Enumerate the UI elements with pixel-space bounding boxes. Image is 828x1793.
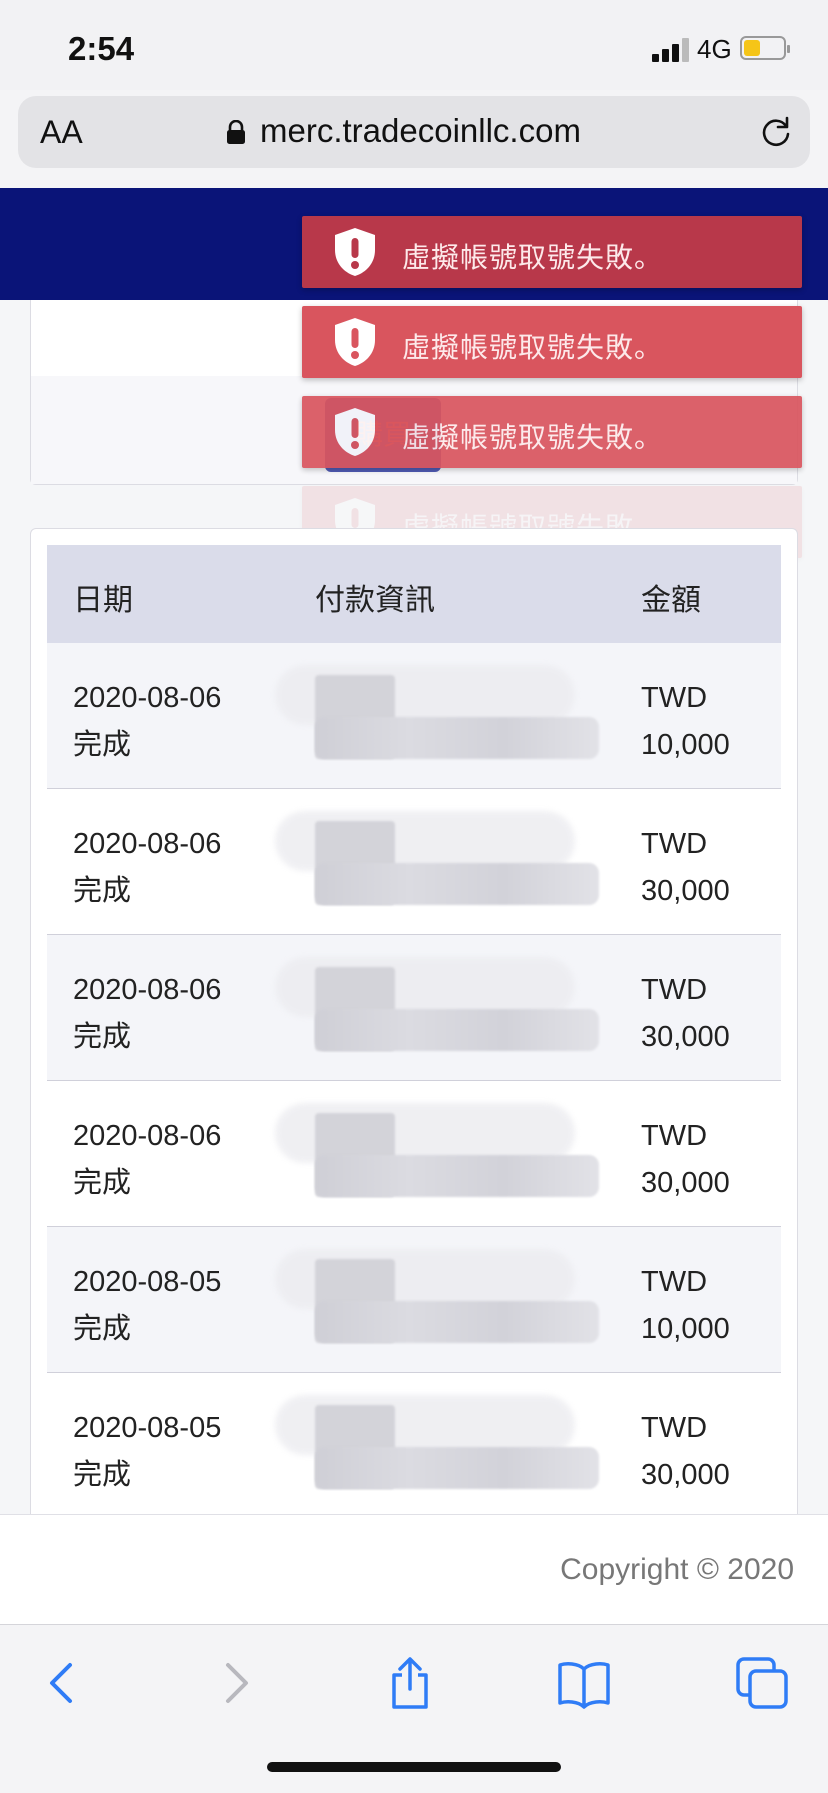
row-date-status: 2020-08-06 完成 <box>73 828 222 907</box>
web-page: 購買 虛擬帳號取號失敗。 虛擬帳號取號失敗。 虛擬帳號取號失敗。 虛擬 <box>0 188 828 1514</box>
shield-alert-icon <box>335 408 375 456</box>
page-footer: Copyright © 2020 <box>0 1514 828 1625</box>
row-amount: TWD 10,000 <box>641 1266 730 1345</box>
status-bar: 2:54 4G <box>0 0 828 90</box>
row-amount: TWD 10,000 <box>641 682 730 761</box>
row-amount: TWD 30,000 <box>641 1412 730 1491</box>
row-date-status: 2020-08-06 完成 <box>73 682 222 761</box>
table-header: 日期 付款資訊 金額 <box>47 545 781 643</box>
home-indicator[interactable] <box>267 1762 561 1772</box>
copyright-text: Copyright © 2020 <box>560 1553 794 1586</box>
redacted-payment-info <box>275 811 599 905</box>
column-header-amount: 金額 <box>641 584 701 617</box>
forward-icon[interactable] <box>208 1655 264 1711</box>
bookmarks-icon[interactable] <box>556 1655 612 1711</box>
url-text: merc.tradecoinllc.com <box>260 112 581 149</box>
redacted-payment-info <box>275 1249 599 1343</box>
table-row: 2020-08-06 完成 TWD 30,000 <box>47 1081 781 1227</box>
status-time: 2:54 <box>68 30 135 67</box>
network-type: 4G <box>697 34 732 64</box>
table-row: 2020-08-06 完成 TWD 10,000 <box>47 643 781 789</box>
row-amount: TWD 30,000 <box>641 974 730 1053</box>
cellular-signal-icon <box>652 38 692 62</box>
shield-alert-icon <box>335 318 375 366</box>
table-row: 2020-08-06 完成 TWD 30,000 <box>47 789 781 935</box>
error-toast[interactable]: 虛擬帳號取號失敗。 <box>302 216 802 288</box>
table-row: 2020-08-05 完成 TWD 10,000 <box>47 1227 781 1373</box>
share-icon[interactable] <box>382 1655 438 1711</box>
error-toast[interactable]: 虛擬帳號取號失敗。 <box>302 306 802 378</box>
table-row: 2020-08-05 完成 TWD 30,000 <box>47 1373 781 1514</box>
row-date-status: 2020-08-06 完成 <box>73 1120 222 1199</box>
toast-message: 虛擬帳號取號失敗。 <box>402 422 664 453</box>
back-icon[interactable] <box>34 1655 90 1711</box>
transactions-table: 日期 付款資訊 金額 2020-08-06 完成 TWD 10,000 2020-0… <box>30 528 798 1514</box>
toast-message: 虛擬帳號取號失敗。 <box>402 332 664 363</box>
row-date-status: 2020-08-05 完成 <box>73 1412 222 1491</box>
battery-icon <box>740 36 790 60</box>
error-toast[interactable]: 虛擬帳號取號失敗。 <box>302 396 802 468</box>
toast-message: 虛擬帳號取號失敗。 <box>402 242 664 273</box>
column-header-payment-info: 付款資訊 <box>315 584 435 617</box>
row-date-status: 2020-08-06 完成 <box>73 974 222 1053</box>
row-amount: TWD 30,000 <box>641 828 730 907</box>
row-amount: TWD 30,000 <box>641 1120 730 1199</box>
redacted-payment-info <box>275 1395 599 1489</box>
row-date-status: 2020-08-05 完成 <box>73 1266 222 1345</box>
redacted-payment-info <box>275 665 599 759</box>
reload-icon[interactable] <box>758 114 794 150</box>
lock-icon <box>227 120 245 144</box>
tabs-icon[interactable] <box>734 1655 790 1711</box>
column-header-date: 日期 <box>73 584 133 617</box>
text-size-button[interactable]: AA <box>40 114 83 151</box>
redacted-payment-info <box>275 957 599 1051</box>
shield-alert-icon <box>335 228 375 276</box>
table-row: 2020-08-06 完成 TWD 30,000 <box>47 935 781 1081</box>
redacted-payment-info <box>275 1103 599 1197</box>
address-bar[interactable]: AA merc.tradecoinllc.com <box>18 96 810 168</box>
